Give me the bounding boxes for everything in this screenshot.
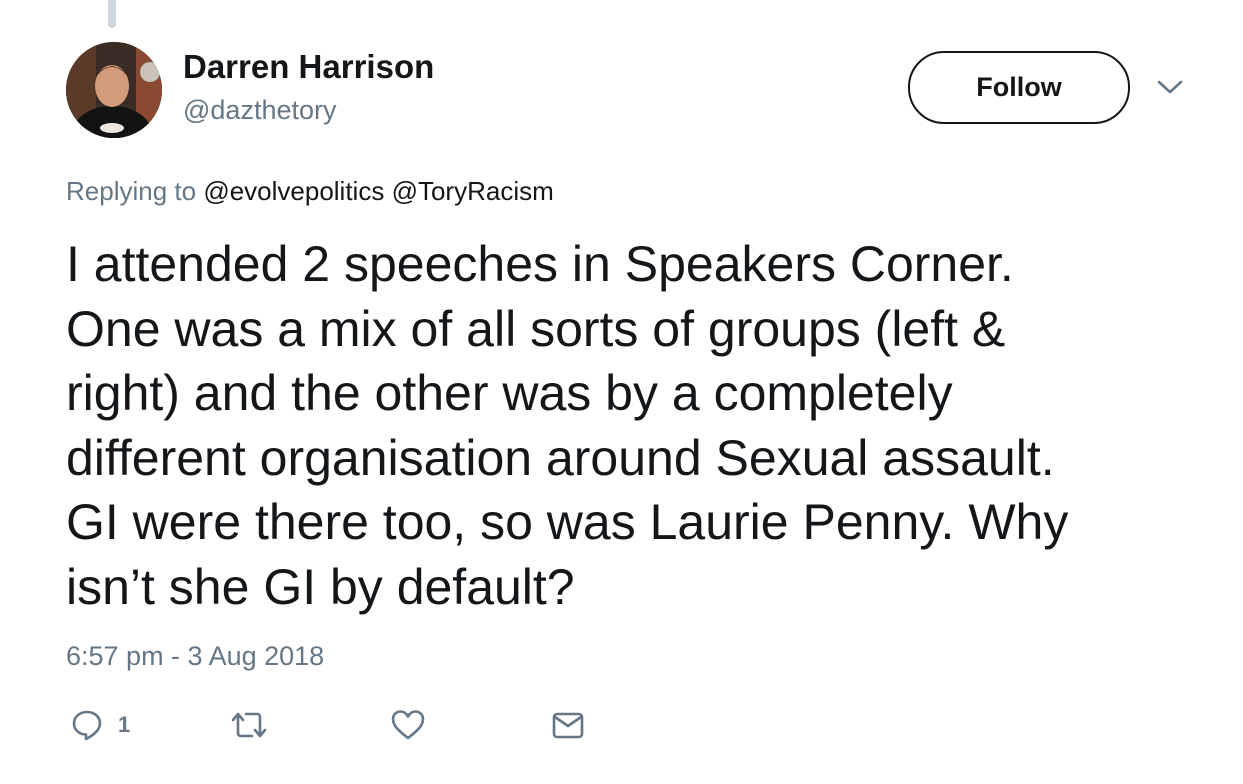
reply-icon <box>72 710 102 741</box>
mention-link[interactable]: @evolvepolitics <box>203 176 384 206</box>
tweet-text-line: different organisation around Sexual ass… <box>66 429 1055 486</box>
author-handle[interactable]: @dazthetory <box>183 95 336 126</box>
reply-count: 1 <box>118 712 131 737</box>
like-icon <box>391 710 425 740</box>
replying-to-line: Replying to @evolvepolitics @ToryRacism <box>66 176 554 207</box>
profile-photo <box>66 42 162 138</box>
chevron-down-icon[interactable] <box>1156 76 1184 98</box>
retweet-icon <box>231 712 267 738</box>
reply-button[interactable]: 1 <box>70 706 130 744</box>
mention-link[interactable]: @ToryRacism <box>392 176 554 206</box>
tweet-timestamp[interactable]: 6:57 pm - 3 Aug 2018 <box>66 641 324 672</box>
like-button[interactable] <box>390 706 426 744</box>
retweet-button[interactable] <box>229 706 269 744</box>
direct-message-button[interactable] <box>551 706 585 744</box>
thread-connector-line <box>108 0 116 28</box>
tweet-text-line: right) and the other was by a completely <box>66 365 953 421</box>
author-display-name[interactable]: Darren Harrison <box>183 48 434 86</box>
direct-message-icon <box>552 712 584 739</box>
tweet-text-line: One was a mix of all sorts of groups (le… <box>66 300 1006 357</box>
tweet-text-line: isn’t she GI by default? <box>66 558 575 615</box>
follow-button[interactable]: Follow <box>908 51 1130 124</box>
avatar[interactable] <box>66 42 162 138</box>
tweet-text-line: I attended 2 speeches in Speakers Corner… <box>66 236 1014 292</box>
replying-to-label: Replying to <box>66 176 197 206</box>
tweet-text-line: GI were there too, so was Laurie Penny. … <box>66 494 1069 550</box>
tweet-text: I attended 2 speeches in Speakers Corner… <box>66 232 1216 619</box>
